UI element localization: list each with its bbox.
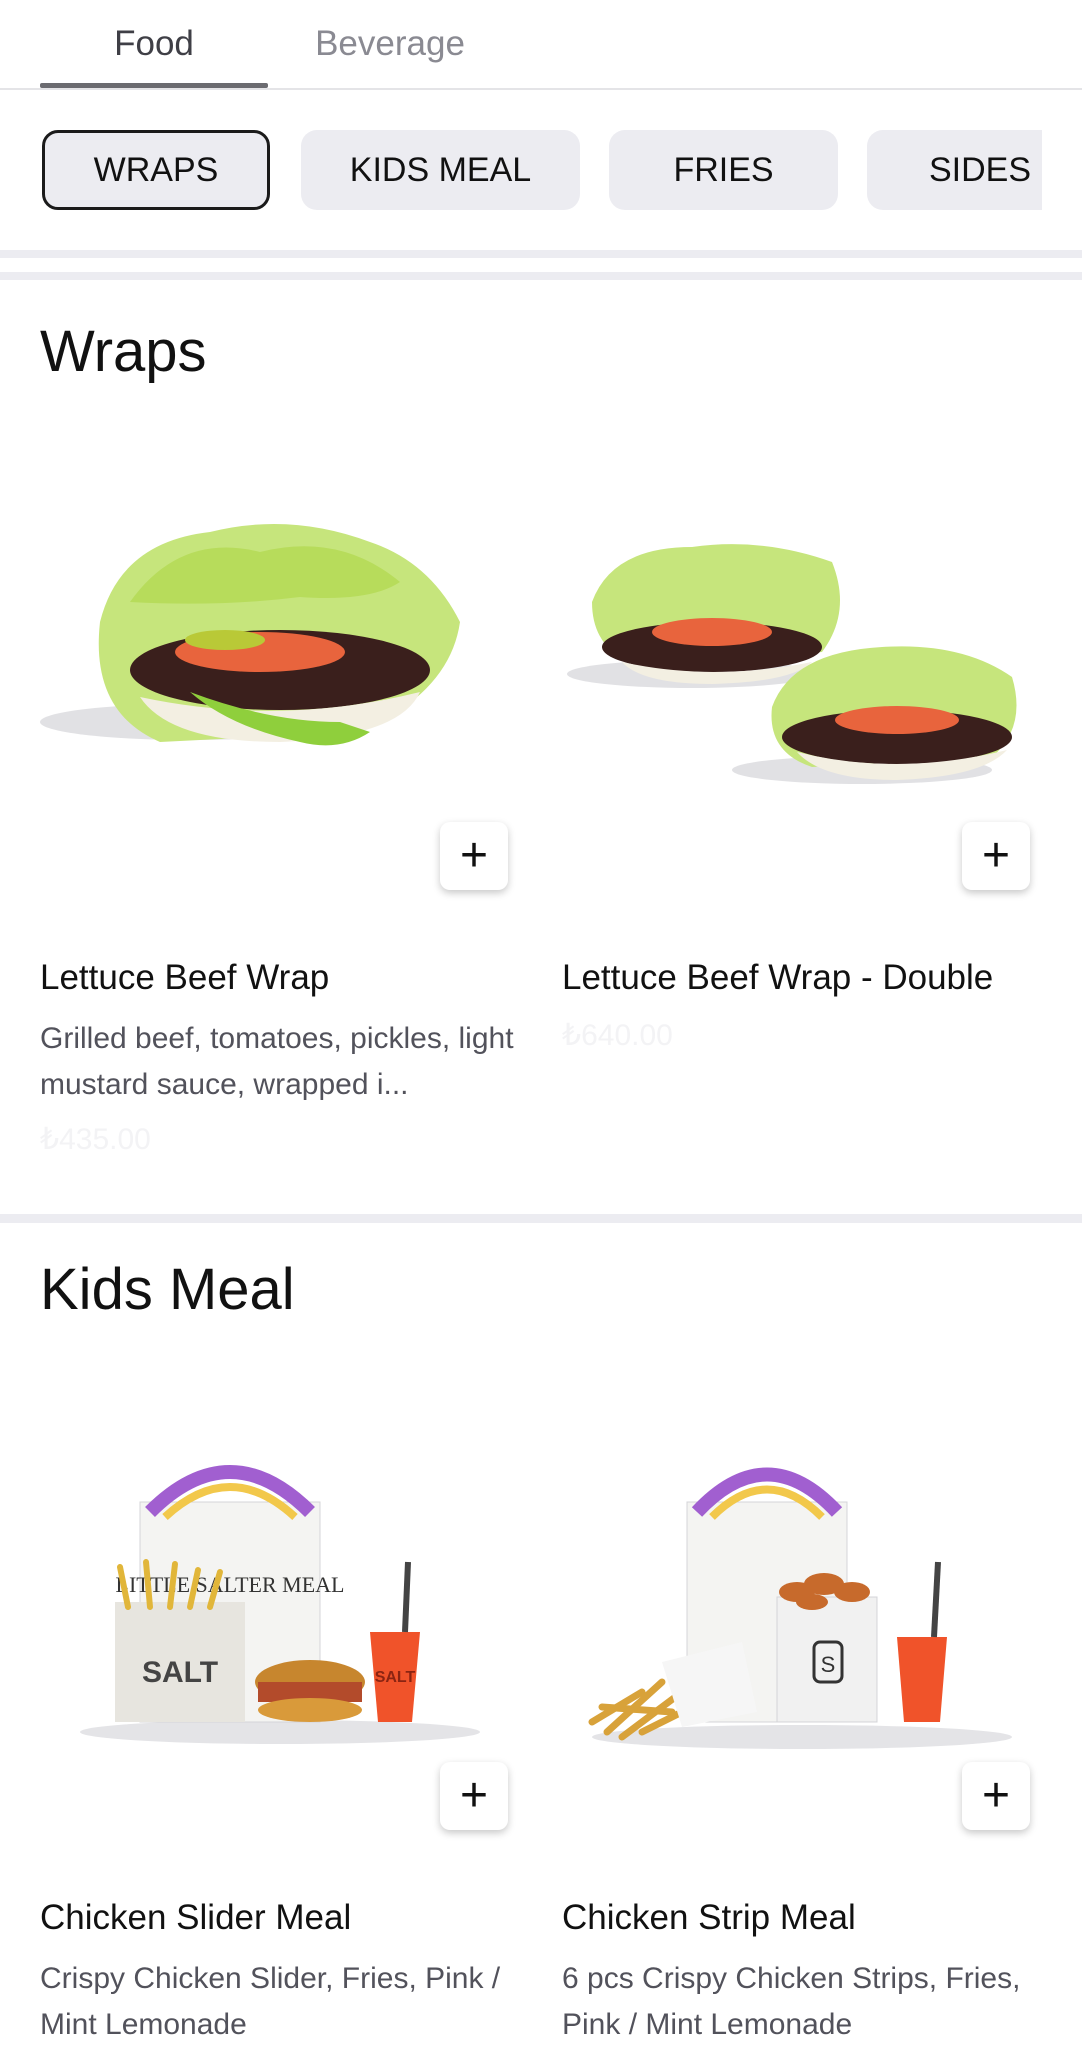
- category-chip-bar: WRAPS KIDS MEAL FRIES SIDES: [0, 88, 1082, 250]
- double-lettuce-wrap-illustration: [567, 544, 1017, 784]
- product-description: Crispy Chicken Slider, Fries, Pink / Min…: [40, 1962, 501, 2041]
- divider: [0, 250, 1082, 258]
- add-to-cart-button[interactable]: +: [962, 1762, 1030, 1830]
- product-image: [40, 452, 520, 872]
- chip-fries[interactable]: FRIES: [609, 130, 838, 210]
- product-description: Grilled beef, tomatoes, pickles, light m…: [40, 1022, 514, 1101]
- product-name: Chicken Strip Meal: [562, 1898, 856, 1937]
- product-image: LITTLE SALTER MEAL SALT SALT: [40, 1392, 520, 1812]
- tab-beverage[interactable]: Beverage: [290, 0, 490, 88]
- cup-brand-text: SALT: [375, 1669, 416, 1686]
- add-to-cart-button[interactable]: +: [440, 822, 508, 890]
- product-price: ₺640.00: [562, 1019, 673, 1052]
- shaker-letter-text: S: [821, 1652, 836, 1677]
- chip-wraps[interactable]: WRAPS: [42, 130, 270, 210]
- lettuce-wrap-illustration: [40, 524, 460, 746]
- section-title-wraps: Wraps: [40, 319, 207, 384]
- product-name: Lettuce Beef Wrap - Double: [562, 958, 994, 997]
- tab-food[interactable]: Food: [40, 0, 268, 88]
- chip-sides[interactable]: SIDES: [867, 130, 1042, 210]
- kids-meal-illustration: LITTLE SALTER MEAL SALT SALT: [80, 1465, 480, 1744]
- divider: [0, 272, 1082, 280]
- section-divider: [0, 1214, 1082, 1223]
- bag-brand-text: SALT: [142, 1656, 218, 1689]
- section-title-kids-meal: Kids Meal: [40, 1257, 295, 1322]
- product-description: 6 pcs Crispy Chicken Strips, Fries, Pink…: [562, 1962, 1021, 2041]
- product-image: S: [562, 1392, 1042, 1812]
- product-image: [562, 452, 1042, 872]
- chip-kids-meal[interactable]: KIDS MEAL: [301, 130, 580, 210]
- add-to-cart-button[interactable]: +: [440, 1762, 508, 1830]
- kids-strip-meal-illustration: S: [588, 1467, 1012, 1749]
- product-price: ₺435.00: [40, 1123, 151, 1156]
- top-tabs: Food Beverage: [0, 0, 1082, 90]
- product-name: Chicken Slider Meal: [40, 1898, 352, 1937]
- add-to-cart-button[interactable]: +: [962, 822, 1030, 890]
- product-name: Lettuce Beef Wrap: [40, 958, 330, 997]
